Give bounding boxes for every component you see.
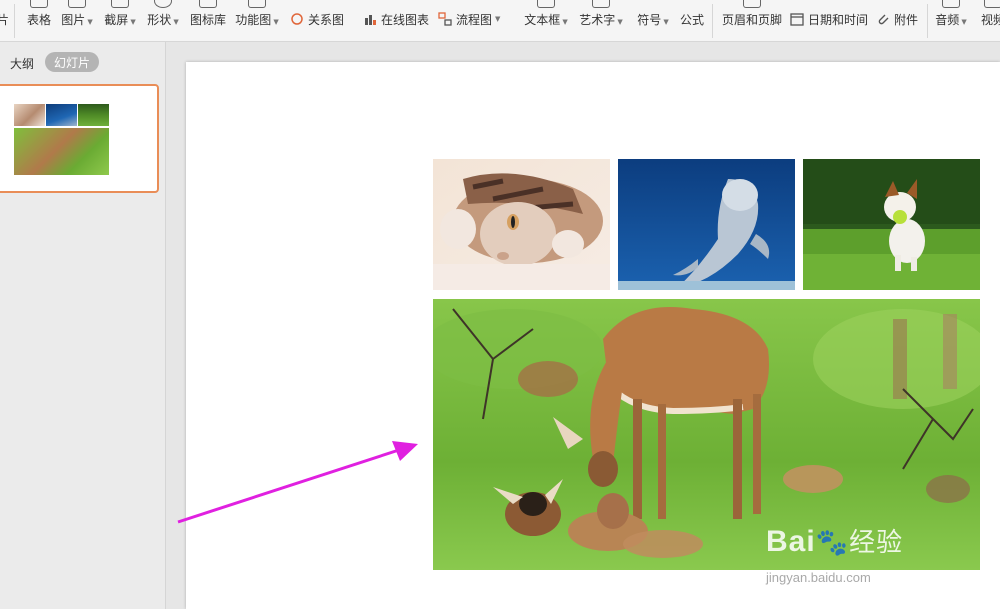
shape-button[interactable]: 形状 ▼	[146, 0, 180, 42]
relation-icon	[291, 13, 303, 25]
paw-icon: 🐾	[815, 527, 850, 557]
textbox-label: 文本框	[524, 13, 561, 27]
toolbar-separator	[14, 4, 15, 38]
chevron-down-icon: ▼	[130, 18, 136, 26]
formula-icon	[683, 0, 701, 8]
header-footer-label: 页眉和页脚	[722, 13, 783, 27]
watermark-url: jingyan.baidu.com	[766, 570, 871, 585]
icon-library-button[interactable]: 图标库	[189, 0, 227, 42]
icon-library-label: 图标库	[189, 13, 226, 27]
function-chart-button[interactable]: 功能图 ▼	[235, 0, 279, 42]
dog-image[interactable]	[803, 159, 980, 290]
baidu-watermark: Bai🐾经验	[766, 522, 903, 559]
flowchart-icon	[438, 12, 452, 26]
video-label: 视频	[980, 13, 1000, 27]
thumb-whale-image	[46, 104, 77, 126]
screenshot-label: 截屏	[104, 13, 129, 27]
picture-button[interactable]: 图片 ▼	[60, 0, 94, 42]
header-footer-icon	[743, 0, 761, 8]
dog-picture	[803, 159, 980, 290]
online-chart-label: 在线图表	[381, 12, 430, 27]
icon-library-icon	[199, 0, 217, 8]
textbox-icon	[537, 0, 555, 8]
symbol-label: 符号	[637, 13, 662, 27]
shape-icon	[154, 0, 172, 8]
table-label: 表格	[26, 13, 51, 27]
scissors-icon	[111, 0, 129, 8]
formula-button[interactable]: 公式	[678, 0, 706, 42]
chevron-down-icon: ▼	[87, 18, 93, 26]
date-time-label: 日期和时间	[808, 12, 869, 27]
relation-label: 关系图	[308, 12, 345, 27]
tab-outline[interactable]: 大纲	[10, 55, 34, 72]
wordart-button[interactable]: 艺术字 ▼	[578, 0, 624, 42]
calendar-icon	[790, 13, 804, 26]
tab-slides[interactable]: 幻灯片	[45, 52, 99, 72]
chevron-down-icon: ▼	[273, 18, 279, 26]
date-time-button[interactable]: 日期和时间	[790, 10, 868, 28]
symbol-button[interactable]: 符号 ▼	[636, 0, 670, 42]
screenshot-button[interactable]: 截屏 ▼	[103, 0, 137, 42]
attachment-button[interactable]: 附件	[876, 10, 918, 28]
watermark-brand: Bai	[766, 525, 816, 558]
chevron-down-icon: ▼	[562, 18, 568, 26]
function-chart-icon	[248, 0, 266, 8]
table-icon	[30, 0, 48, 8]
flowchart-button[interactable]: 流程图 ▼	[438, 10, 500, 28]
cat-picture	[433, 159, 610, 290]
shape-label: 形状	[147, 13, 172, 27]
ribbon-toolbar: 片 表格 图片 ▼ 截屏 ▼ 形状 ▼ 图标库 功能图 ▼ 关系图 在线图表 流程图 ▼ …	[0, 0, 1000, 42]
bar-chart-icon	[365, 15, 376, 25]
picture-label: 图片	[61, 13, 86, 27]
thumb-cat-image	[14, 104, 45, 126]
chevron-down-icon: ▼	[495, 15, 501, 23]
attachment-label: 附件	[894, 12, 919, 27]
chevron-down-icon: ▼	[173, 18, 179, 26]
cat-image[interactable]	[433, 159, 610, 290]
toolbar-partial-label: 片	[0, 13, 9, 27]
flowchart-label: 流程图	[456, 12, 493, 27]
textbox-button[interactable]: 文本框 ▼	[523, 0, 569, 42]
toolbar-separator	[712, 4, 713, 38]
chevron-down-icon: ▼	[617, 18, 623, 26]
table-button[interactable]: 表格	[24, 0, 54, 42]
slide-thumbnail[interactable]	[0, 84, 159, 193]
thumb-antelope-image	[14, 128, 109, 175]
chevron-down-icon: ▼	[663, 18, 669, 26]
slide-panel: 大纲 幻灯片	[0, 42, 166, 609]
pointer-arrow	[177, 441, 418, 524]
beluga-picture	[618, 159, 795, 290]
toolbar-separator	[927, 4, 928, 38]
paperclip-icon	[878, 14, 889, 25]
omega-icon	[644, 0, 662, 8]
toolbar-partial-button[interactable]: 片	[0, 0, 10, 42]
wordart-icon	[592, 0, 610, 8]
picture-icon	[68, 0, 86, 8]
video-button[interactable]: 视频	[978, 0, 1000, 42]
thumb-dog-image	[78, 104, 109, 126]
beluga-image[interactable]	[618, 159, 795, 290]
watermark-brand-cn: 经验	[849, 527, 904, 557]
relation-chart-button[interactable]: 关系图	[290, 10, 344, 28]
chevron-down-icon: ▼	[961, 18, 967, 26]
formula-label: 公式	[679, 13, 704, 27]
audio-button[interactable]: 音频 ▼	[934, 0, 968, 42]
online-chart-button[interactable]: 在线图表	[363, 10, 429, 28]
header-footer-button[interactable]: 页眉和页脚	[722, 0, 782, 42]
wordart-label: 艺术字	[579, 13, 616, 27]
video-icon	[984, 0, 1000, 8]
function-chart-label: 功能图	[235, 13, 272, 27]
audio-label: 音频	[935, 13, 960, 27]
speaker-icon	[942, 0, 960, 8]
